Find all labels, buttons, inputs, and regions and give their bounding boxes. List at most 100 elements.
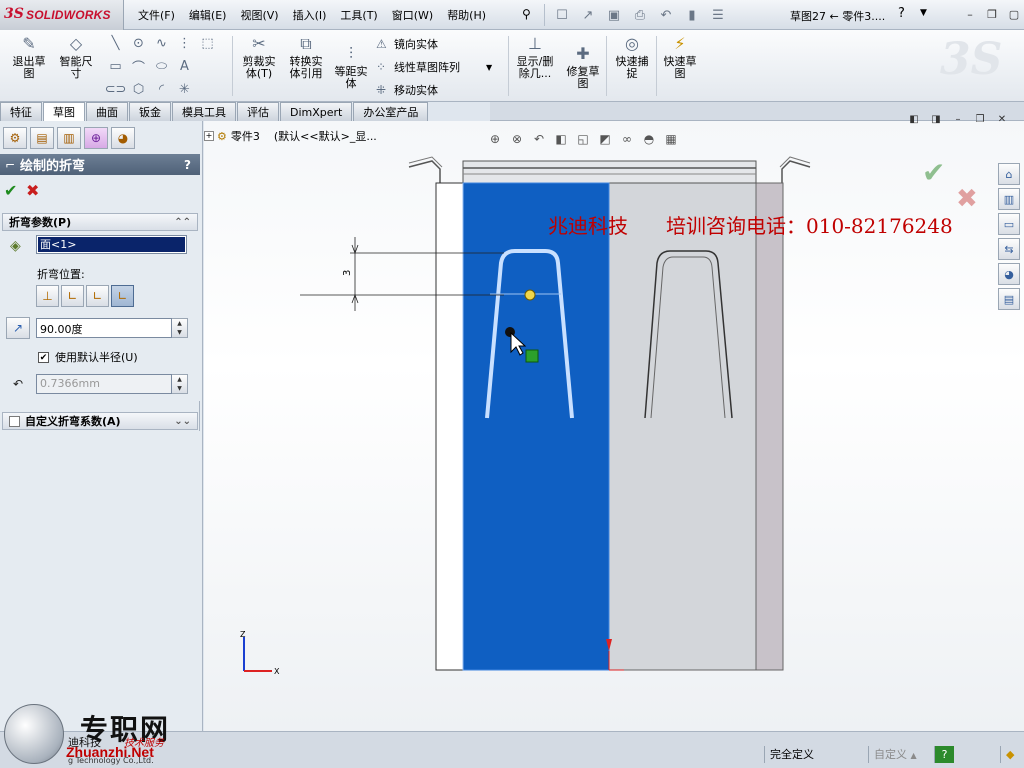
tab-office-products[interactable]: 办公室产品	[353, 102, 429, 121]
maximize-icon[interactable]: ▢	[1004, 5, 1024, 23]
chevron-down-icon[interactable]: ▼	[486, 63, 492, 72]
quick-snaps-button[interactable]: ◎ 快速捕 捉	[610, 34, 654, 80]
menu-edit[interactable]: 编辑(E)	[189, 7, 227, 23]
undo-icon[interactable]: ↶	[653, 4, 679, 26]
display-delete-relations-button[interactable]: ⊥ 显示/删 除几...	[512, 34, 558, 80]
tab-evaluate[interactable]: 评估	[237, 102, 279, 121]
options-icon[interactable]: ☰	[705, 4, 731, 26]
arc-icon[interactable]: ⌒	[127, 57, 150, 76]
tab-mold-tools[interactable]: 模具工具	[172, 102, 236, 121]
section-view-icon[interactable]: ◧	[550, 130, 572, 148]
print-icon[interactable]: ⎙	[627, 4, 653, 26]
hide-show-items-icon[interactable]: ∞	[616, 130, 638, 148]
menu-file[interactable]: 文件(F)	[138, 7, 175, 23]
appearances-icon[interactable]: ◕	[998, 263, 1020, 285]
fillet-icon[interactable]: ◜	[150, 80, 173, 98]
solidworks-logo[interactable]: 3S SOLIDWORKS	[0, 0, 124, 30]
tab-surfaces[interactable]: 曲面	[86, 102, 128, 121]
exit-sketch-button[interactable]: ✎ 退出草 图	[6, 34, 52, 80]
feature-manager-icon[interactable]: ⚙	[3, 127, 27, 149]
menu-help[interactable]: 帮助(H)	[447, 7, 486, 23]
display-manager-icon[interactable]: ◕	[111, 127, 135, 149]
select-icon[interactable]: ▮	[679, 4, 705, 26]
custom-bend-allowance-group[interactable]: 自定义折弯系数(A) ⌄⌄	[2, 412, 198, 430]
home-icon[interactable]: ⌂	[998, 163, 1020, 185]
restore-icon[interactable]: ❐	[971, 111, 989, 127]
help-icon[interactable]: ?	[898, 6, 905, 21]
selected-face[interactable]	[462, 182, 610, 671]
open-icon[interactable]: ↗	[575, 4, 601, 26]
polygon-icon[interactable]: ⬡	[127, 80, 150, 98]
status-help-icon[interactable]: ?	[934, 746, 954, 763]
confirm-corner-ok-icon[interactable]: ✔	[922, 156, 945, 189]
view-orientation-icon[interactable]: ◱	[572, 130, 594, 148]
new-icon[interactable]: ☐	[549, 4, 575, 26]
display-style-icon[interactable]: ◩	[594, 130, 616, 148]
help-icon[interactable]: ?	[184, 158, 200, 172]
use-default-radius-checkbox[interactable]: ✔	[38, 351, 49, 363]
selection-handle[interactable]	[525, 349, 539, 363]
custom-bend-allowance-checkbox[interactable]	[9, 415, 20, 427]
ellipse-icon[interactable]: ⬭	[150, 57, 173, 75]
expand-down-icon[interactable]: ⌄⌄	[174, 416, 191, 427]
tab-sketch[interactable]: 草图	[43, 102, 85, 121]
scene-icon[interactable]: ▦	[660, 130, 682, 148]
save-icon[interactable]: ▣	[601, 4, 627, 26]
restore-icon[interactable]: ❐	[982, 5, 1002, 23]
dimension-value[interactable]: 3	[342, 270, 353, 276]
file-explorer-icon[interactable]: ▭	[998, 213, 1020, 235]
offset-entities-button[interactable]: ⫶ 等距实 体	[330, 44, 372, 90]
menu-window[interactable]: 窗口(W)	[392, 7, 433, 23]
smart-dimension-button[interactable]: ◇ 智能尺 寸	[52, 34, 100, 80]
close-icon[interactable]: ✕	[993, 111, 1011, 127]
tab-features[interactable]: 特征	[0, 102, 42, 121]
rebuild-tag-icon[interactable]: ◆	[1000, 746, 1020, 763]
use-default-radius-row[interactable]: ✔ 使用默认半径(U)	[38, 349, 138, 365]
spline-icon[interactable]: ∿	[150, 34, 173, 52]
tile-left-icon[interactable]: ◧	[905, 111, 923, 127]
property-manager-icon[interactable]: ▤	[30, 127, 54, 149]
point-icon[interactable]: ✳	[173, 80, 196, 98]
circle-icon[interactable]: ⊙	[127, 34, 150, 52]
expand-icon[interactable]: +	[204, 131, 214, 141]
tab-dimxpert[interactable]: DimXpert	[280, 102, 353, 121]
design-library-icon[interactable]: ▥	[998, 188, 1020, 210]
tab-sheet-metal[interactable]: 钣金	[129, 102, 171, 121]
pin-icon[interactable]: ⚲	[522, 7, 531, 21]
bend-centerline-icon[interactable]: ⊥	[36, 285, 59, 307]
zoom-to-area-icon[interactable]: ⊗	[506, 130, 528, 148]
text-icon[interactable]: A	[173, 57, 196, 75]
appearance-icon[interactable]: ◓	[638, 130, 660, 148]
bend-point-marker[interactable]	[524, 289, 536, 301]
tree-config-name[interactable]: (默认<<默认>_显...	[274, 128, 377, 144]
chevron-down-icon[interactable]: ▼	[920, 8, 927, 18]
slot-icon[interactable]: ⊂⊃	[104, 80, 127, 98]
menu-tools[interactable]: 工具(T)	[340, 7, 377, 23]
configuration-manager-icon[interactable]: ▥	[57, 127, 81, 149]
linear-pattern-button[interactable]: ⁘ 线性草图阵列 ▼	[376, 59, 492, 75]
rapid-sketch-button[interactable]: ⚡ 快速草 图	[658, 34, 702, 80]
angle-spinner[interactable]: ▲ ▼	[172, 318, 188, 338]
ok-check-icon[interactable]: ✔	[4, 181, 26, 200]
sketch-grid-icon[interactable]: ⬚	[196, 34, 219, 52]
bend-radius-input[interactable]: 0.7366mm	[36, 374, 172, 394]
dimxpert-manager-icon[interactable]: ⊕	[84, 127, 108, 149]
fixed-face-selection[interactable]: 面<1>	[36, 235, 187, 254]
dot-grid-icon[interactable]: ⋮	[173, 34, 196, 52]
view-palette-icon[interactable]: ⇆	[998, 238, 1020, 260]
zoom-to-fit-icon[interactable]: ⊕	[484, 130, 506, 148]
tile-right-icon[interactable]: ◨	[927, 111, 945, 127]
move-entities-button[interactable]: ⁜ 移动实体	[376, 82, 438, 98]
previous-view-icon[interactable]: ↶	[528, 130, 550, 148]
minimize-icon[interactable]: –	[960, 5, 980, 23]
status-custom-units[interactable]: 自定义 ▲	[868, 746, 932, 763]
line-icon[interactable]: ╲	[104, 34, 127, 52]
bend-angle-input[interactable]: 90.00度	[36, 318, 172, 338]
repair-sketch-button[interactable]: ✚ 修复草 图	[562, 44, 604, 90]
collapse-up-icon[interactable]: ⌃⌃	[174, 217, 191, 228]
radius-spinner[interactable]: ▲ ▼	[172, 374, 188, 394]
convert-entities-button[interactable]: ⧉ 转换实 体引用	[284, 34, 328, 80]
mirror-entities-button[interactable]: ⚠ 镜向实体	[376, 36, 438, 52]
selected-face-item[interactable]: 面<1>	[38, 237, 185, 252]
bend-parameters-group[interactable]: 折弯参数(P) ⌃⌃	[2, 213, 198, 231]
